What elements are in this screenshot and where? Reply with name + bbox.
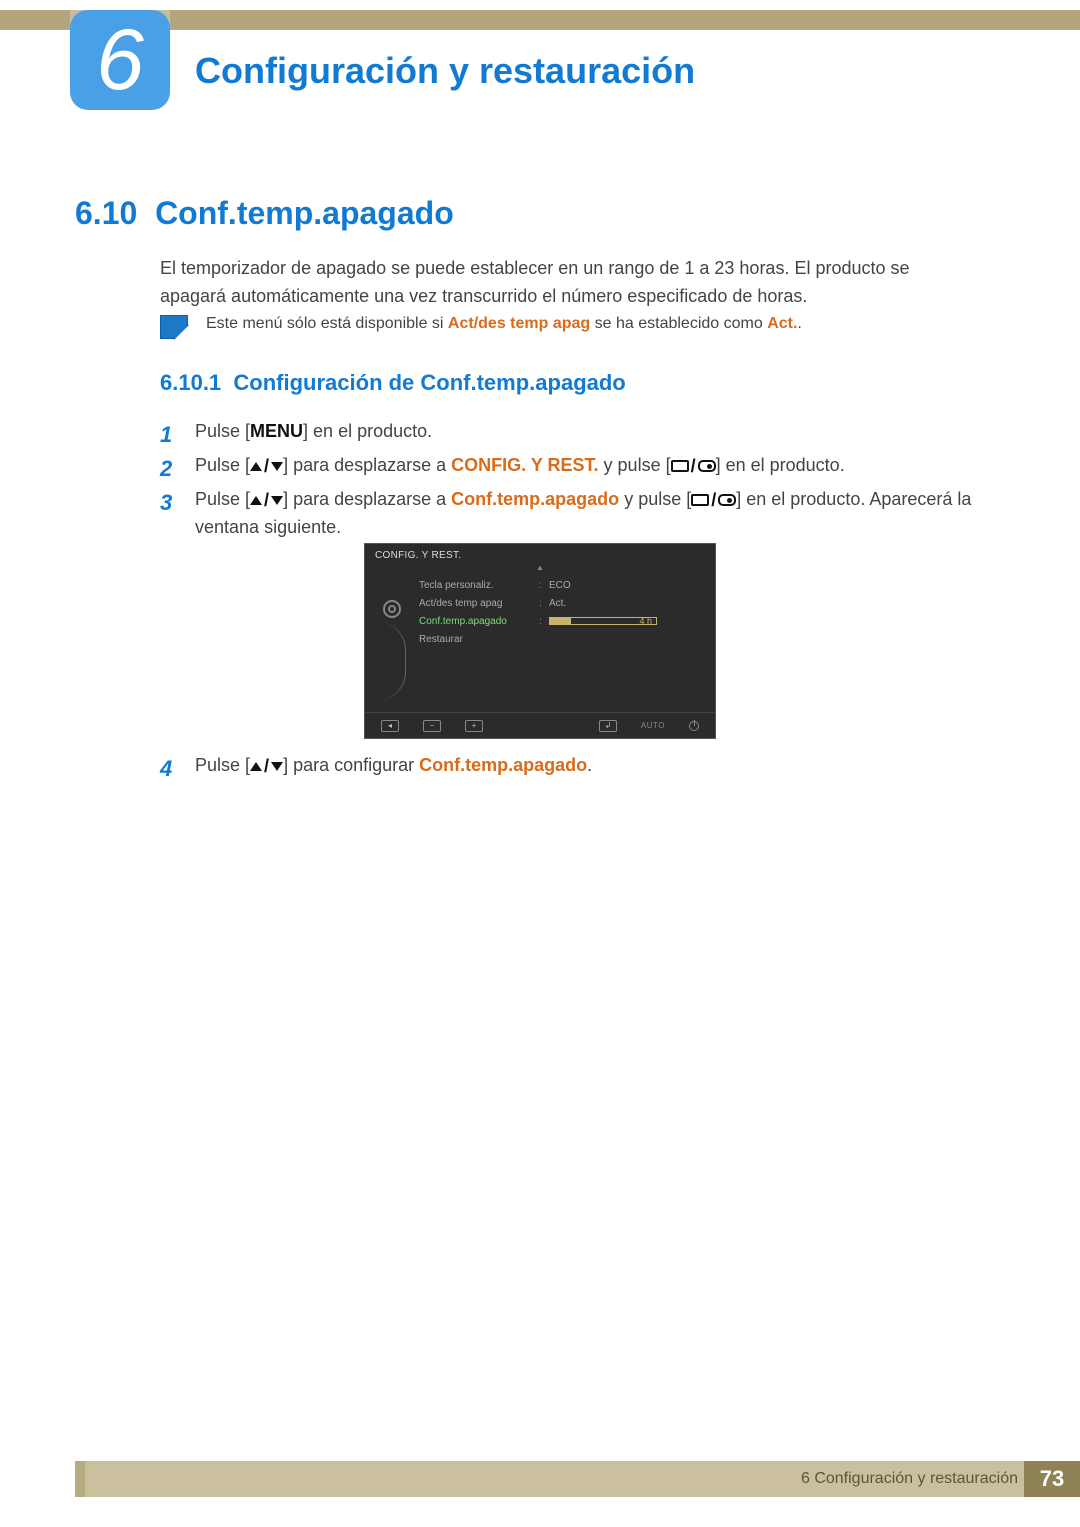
osd-row: Act/des temp apag:Act. <box>419 594 705 612</box>
note-text: Este menú sólo está disponible si Act/de… <box>206 315 802 333</box>
step-3: 3 Pulse [/] para desplazarse a Conf.temp… <box>160 486 980 541</box>
osd-value: ECO <box>549 580 571 591</box>
menu-key: MENU <box>250 421 303 441</box>
up-down-icon: / <box>250 487 283 514</box>
note-post: . <box>797 315 801 332</box>
t: . <box>587 755 592 775</box>
osd-label: Act/des temp apag <box>419 598 539 609</box>
osd-enter-icon: ↲ <box>599 720 617 732</box>
step-1: 1 Pulse [MENU] en el producto. <box>160 418 980 451</box>
osd-up-arrow-icon: ▲ <box>365 563 715 572</box>
chapter-number-tab: 6 <box>70 10 170 110</box>
step-number: 2 <box>160 452 190 485</box>
t: ] para desplazarse a <box>283 489 451 509</box>
osd-slider-value: 4 h <box>639 616 652 626</box>
footer-label: 6 Configuración y restauración <box>801 1470 1024 1488</box>
page-number: 73 <box>1024 1461 1080 1497</box>
subsection-title: Configuración de Conf.temp.apagado <box>233 370 625 395</box>
note-bold-2: Act. <box>767 315 797 332</box>
section-heading: 6.10 Conf.temp.apagado <box>75 195 454 232</box>
up-down-icon: / <box>250 753 283 780</box>
osd-row: Tecla personaliz.:ECO <box>419 576 705 594</box>
select-enter-icon: / <box>691 487 736 514</box>
osd-label: Tecla personaliz. <box>419 580 539 591</box>
osd-label: Conf.temp.apagado <box>419 616 539 627</box>
osd-row: Restaurar <box>419 630 705 648</box>
t: Pulse [ <box>195 489 250 509</box>
t: Pulse [ <box>195 455 250 475</box>
t: ] en el producto. <box>716 455 845 475</box>
manual-page: 6 Configuración y restauración 6.10 Conf… <box>0 0 1080 1527</box>
osd-back-icon: ◂ <box>381 720 399 732</box>
target: CONFIG. Y REST. <box>451 455 598 475</box>
step-4: 4 Pulse [/] para configurar Conf.temp.ap… <box>160 752 980 785</box>
step-2: 2 Pulse [/] para desplazarse a CONFIG. Y… <box>160 452 980 485</box>
t: ] para configurar <box>283 755 419 775</box>
step-number: 4 <box>160 752 190 785</box>
note-row: Este menú sólo está disponible si Act/de… <box>160 315 980 339</box>
subsection-number: 6.10.1 <box>160 370 221 395</box>
gear-icon <box>383 600 401 618</box>
step-number: 1 <box>160 418 190 451</box>
osd-slider: 4 h <box>549 617 657 625</box>
section-title: Conf.temp.apagado <box>155 195 454 231</box>
t: Pulse [ <box>195 755 250 775</box>
osd-title: CONFIG. Y REST. <box>365 544 715 565</box>
step-number: 3 <box>160 486 190 519</box>
chapter-number: 6 <box>96 17 144 103</box>
osd-label: Restaurar <box>419 634 539 645</box>
t: y pulse [ <box>599 455 671 475</box>
osd-screenshot: CONFIG. Y REST. ▲ Tecla personaliz.:ECO … <box>364 543 716 739</box>
target: Conf.temp.apagado <box>451 489 619 509</box>
note-bold-1: Act/des temp apag <box>448 315 590 332</box>
intro-paragraph: El temporizador de apagado se puede esta… <box>160 255 980 311</box>
t: Pulse [ <box>195 421 250 441</box>
up-down-icon: / <box>250 453 283 480</box>
osd-value: Act. <box>549 598 566 609</box>
osd-minus-icon: − <box>423 720 441 732</box>
osd-power-icon <box>689 721 699 731</box>
osd-curve-decor <box>378 622 406 700</box>
osd-plus-icon: + <box>465 720 483 732</box>
section-number: 6.10 <box>75 195 137 231</box>
chapter-banner: 6 Configuración y restauración <box>0 10 1080 110</box>
osd-sidebar <box>375 576 409 700</box>
target: Conf.temp.apagado <box>419 755 587 775</box>
chapter-title: Configuración y restauración <box>195 50 695 92</box>
t: y pulse [ <box>619 489 691 509</box>
note-icon <box>160 315 188 339</box>
t: ] para desplazarse a <box>283 455 451 475</box>
osd-row-selected: Conf.temp.apagado: 4 h <box>419 612 705 630</box>
select-enter-icon: / <box>671 453 716 480</box>
note-mid: se ha establecido como <box>590 315 767 332</box>
note-pre: Este menú sólo está disponible si <box>206 315 448 332</box>
footer-bar: 6 Configuración y restauración 73 <box>75 1461 1080 1497</box>
osd-auto-label: AUTO <box>641 721 665 730</box>
osd-menu-list: Tecla personaliz.:ECO Act/des temp apag:… <box>419 576 705 700</box>
subsection-heading: 6.10.1 Configuración de Conf.temp.apagad… <box>160 370 626 396</box>
osd-bottom-bar: ◂ − + ↲ AUTO <box>365 712 715 738</box>
t: ] en el producto. <box>303 421 432 441</box>
